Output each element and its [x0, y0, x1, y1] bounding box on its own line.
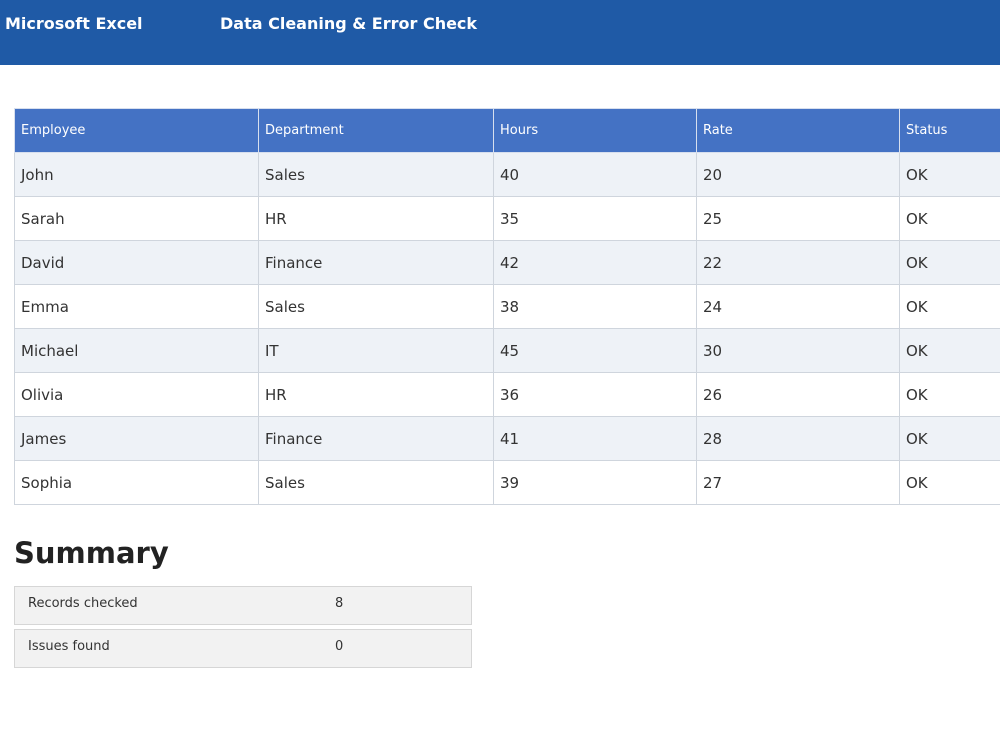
column-header-department[interactable]: Department — [258, 108, 494, 153]
cell-employee[interactable]: James — [14, 416, 259, 461]
table-row: John Sales 40 20 OK — [14, 152, 1000, 197]
cell-rate[interactable]: 26 — [696, 372, 900, 417]
cell-status[interactable]: OK — [899, 328, 1000, 373]
table-row: Michael IT 45 30 OK — [14, 328, 1000, 373]
table-row: Sophia Sales 39 27 OK — [14, 460, 1000, 505]
cell-department[interactable]: Finance — [258, 240, 494, 285]
title-bar: Microsoft Excel Data Cleaning & Error Ch… — [0, 0, 1000, 65]
cell-department[interactable]: Sales — [258, 152, 494, 197]
document-title: Data Cleaning & Error Check — [220, 14, 478, 33]
cell-status[interactable]: OK — [899, 152, 1000, 197]
cell-hours[interactable]: 36 — [493, 372, 697, 417]
cell-department[interactable]: IT — [258, 328, 494, 373]
summary-label: Issues found — [28, 639, 110, 654]
table-row: Emma Sales 38 24 OK — [14, 284, 1000, 329]
cell-hours[interactable]: 42 — [493, 240, 697, 285]
cell-rate[interactable]: 30 — [696, 328, 900, 373]
cell-rate[interactable]: 25 — [696, 196, 900, 241]
cell-status[interactable]: OK — [899, 460, 1000, 505]
cell-status[interactable]: OK — [899, 372, 1000, 417]
column-header-rate[interactable]: Rate — [696, 108, 900, 153]
app-name: Microsoft Excel — [5, 14, 143, 33]
cell-employee[interactable]: Olivia — [14, 372, 259, 417]
summary-row-issues-found: Issues found 0 — [14, 629, 472, 668]
cell-department[interactable]: Finance — [258, 416, 494, 461]
cell-employee[interactable]: Emma — [14, 284, 259, 329]
cell-department[interactable]: Sales — [258, 460, 494, 505]
employee-table: Employee Department Hours Rate Status Jo… — [14, 108, 1000, 505]
table-row: David Finance 42 22 OK — [14, 240, 1000, 285]
cell-department[interactable]: Sales — [258, 284, 494, 329]
cell-employee[interactable]: Sophia — [14, 460, 259, 505]
cell-hours[interactable]: 45 — [493, 328, 697, 373]
cell-employee[interactable]: Michael — [14, 328, 259, 373]
column-header-hours[interactable]: Hours — [493, 108, 697, 153]
table-row: Olivia HR 36 26 OK — [14, 372, 1000, 417]
cell-rate[interactable]: 24 — [696, 284, 900, 329]
cell-employee[interactable]: John — [14, 152, 259, 197]
summary-value: 0 — [335, 639, 344, 654]
cell-status[interactable]: OK — [899, 240, 1000, 285]
cell-department[interactable]: HR — [258, 372, 494, 417]
summary-value: 8 — [335, 596, 344, 611]
cell-hours[interactable]: 38 — [493, 284, 697, 329]
cell-hours[interactable]: 40 — [493, 152, 697, 197]
table-row: James Finance 41 28 OK — [14, 416, 1000, 461]
cell-rate[interactable]: 22 — [696, 240, 900, 285]
summary-row-records-checked: Records checked 8 — [14, 586, 472, 625]
cell-rate[interactable]: 20 — [696, 152, 900, 197]
cell-hours[interactable]: 39 — [493, 460, 697, 505]
cell-hours[interactable]: 41 — [493, 416, 697, 461]
cell-department[interactable]: HR — [258, 196, 494, 241]
summary-heading: Summary — [14, 536, 169, 570]
cell-employee[interactable]: Sarah — [14, 196, 259, 241]
cell-status[interactable]: OK — [899, 196, 1000, 241]
cell-status[interactable]: OK — [899, 284, 1000, 329]
cell-rate[interactable]: 28 — [696, 416, 900, 461]
cell-employee[interactable]: David — [14, 240, 259, 285]
column-header-status[interactable]: Status — [899, 108, 1000, 153]
employee-table-container: Employee Department Hours Rate Status Jo… — [14, 108, 1000, 505]
table-row: Sarah HR 35 25 OK — [14, 196, 1000, 241]
table-header-row: Employee Department Hours Rate Status — [14, 108, 1000, 153]
cell-status[interactable]: OK — [899, 416, 1000, 461]
cell-hours[interactable]: 35 — [493, 196, 697, 241]
column-header-employee[interactable]: Employee — [14, 108, 259, 153]
cell-rate[interactable]: 27 — [696, 460, 900, 505]
summary-label: Records checked — [28, 596, 138, 611]
